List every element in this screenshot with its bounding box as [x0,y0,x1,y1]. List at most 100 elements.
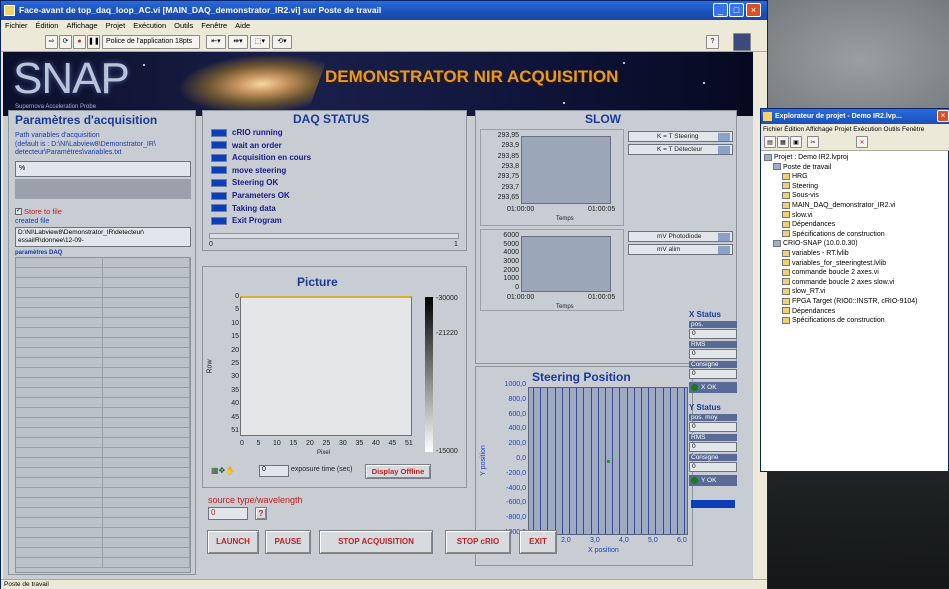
table-cell[interactable] [103,288,190,297]
table-cell[interactable] [16,548,103,557]
table-row[interactable] [16,278,190,288]
table-cell[interactable] [16,378,103,387]
tree-item[interactable]: Steering [764,182,948,192]
table-cell[interactable] [16,478,103,487]
font-select[interactable]: Police de l'application 18pts [102,35,200,49]
created-file-field[interactable]: D:\NI\Labview8\Demonstrator_IR\detecteur… [15,227,191,247]
table-cell[interactable] [103,328,190,337]
source-input[interactable]: 0 [208,507,248,520]
table-row[interactable] [16,308,190,318]
table-cell[interactable] [16,428,103,437]
table-cell[interactable] [16,298,103,307]
cut-icon[interactable]: ✂ [807,136,819,148]
tree-item[interactable]: variables_for_steeringtest.lvlib [764,259,948,269]
table-row[interactable] [16,548,190,558]
table-row[interactable] [16,418,190,428]
tree-item[interactable]: commande boucle 2 axes slow.vi [764,278,948,288]
table-cell[interactable] [103,478,190,487]
table-cell[interactable] [103,268,190,277]
path-input[interactable]: % [15,161,191,177]
table-row[interactable] [16,328,190,338]
menu-fichier[interactable]: Fichier [5,21,28,30]
table-row[interactable] [16,268,190,278]
table-cell[interactable] [16,338,103,347]
menu-fenetre[interactable]: Fenêtre [201,21,227,30]
close-button[interactable]: × [746,3,761,17]
table-cell[interactable] [16,488,103,497]
table-cell[interactable] [103,518,190,527]
table-cell[interactable] [16,508,103,517]
table-cell[interactable] [103,538,190,547]
menu-edition[interactable]: Édition [36,21,59,30]
tree-item[interactable]: HRG [764,172,948,182]
table-cell[interactable] [103,338,190,347]
table-cell[interactable] [16,358,103,367]
tree-item[interactable]: Projet : Demo IR2.lvproj [764,153,948,163]
table-cell[interactable] [103,448,190,457]
table-cell[interactable] [16,268,103,277]
explorer-menu[interactable]: Fichier Édition Affichage Projet Exécuti… [761,124,949,135]
table-cell[interactable] [103,388,190,397]
table-row[interactable] [16,408,190,418]
table-cell[interactable] [16,388,103,397]
table-cell[interactable] [103,318,190,327]
table-cell[interactable] [16,468,103,477]
graph-palette-icon[interactable]: ▦✥✋ [211,466,241,476]
table-cell[interactable] [103,348,190,357]
tree-item[interactable]: FPGA Target (RIO0::INSTR, cRIO-9104) [764,297,948,307]
tree-item[interactable]: Dépendances [764,220,948,230]
table-row[interactable] [16,388,190,398]
table-cell[interactable] [16,498,103,507]
stop-crio-button[interactable]: STOP cRIO [445,530,511,554]
table-row[interactable] [16,438,190,448]
table-row[interactable] [16,338,190,348]
tree-item[interactable]: variables - RT.lvlib [764,249,948,259]
tree-item[interactable]: Sous-vis [764,191,948,201]
exposure-input[interactable]: 0 [259,465,289,477]
table-cell[interactable] [103,548,190,557]
tree-item[interactable]: commande boucle 2 axes.vi [764,268,948,278]
table-row[interactable] [16,368,190,378]
exit-button[interactable]: EXIT [519,530,557,554]
table-cell[interactable] [103,428,190,437]
table-cell[interactable] [103,398,190,407]
table-cell[interactable] [103,558,190,567]
help-icon[interactable]: ? [706,35,719,49]
table-cell[interactable] [16,368,103,377]
menu-execution[interactable]: Exécution [133,21,166,30]
table-cell[interactable] [103,498,190,507]
table-row[interactable] [16,478,190,488]
table-cell[interactable] [103,308,190,317]
reorder-icon[interactable]: ⟲▾ [272,35,292,49]
tree-item[interactable]: CRIO-SNAP (10.0.0.30) [764,239,948,249]
table-cell[interactable] [103,468,190,477]
table-cell[interactable] [103,438,190,447]
table-cell[interactable] [103,408,190,417]
table-row[interactable] [16,488,190,498]
table-row[interactable] [16,518,190,528]
abort-icon[interactable]: ● [73,35,86,49]
table-cell[interactable] [103,508,190,517]
table-cell[interactable] [16,308,103,317]
tree-item[interactable]: Spécifications de construction [764,230,948,240]
display-offline-button[interactable]: Display Offline [365,464,431,479]
table-cell[interactable] [16,348,103,357]
daq-params-table[interactable] [15,257,191,573]
new-icon[interactable]: ▤ [764,136,776,148]
distribute-icon[interactable]: ⇹▾ [228,35,248,49]
table-cell[interactable] [16,278,103,287]
run-continuous-icon[interactable]: ⟳ [59,35,72,49]
menu-outils[interactable]: Outils [174,21,193,30]
table-cell[interactable] [103,418,190,427]
table-cell[interactable] [16,418,103,427]
tree-item[interactable]: slow.vi [764,211,948,221]
table-cell[interactable] [103,278,190,287]
table-row[interactable] [16,528,190,538]
minimize-button[interactable]: _ [713,3,728,17]
open-icon[interactable]: ▦ [777,136,789,148]
table-cell[interactable] [16,558,103,567]
table-cell[interactable] [16,318,103,327]
table-row[interactable] [16,318,190,328]
table-cell[interactable] [16,258,103,267]
pause-icon[interactable]: ❚❚ [87,35,100,49]
